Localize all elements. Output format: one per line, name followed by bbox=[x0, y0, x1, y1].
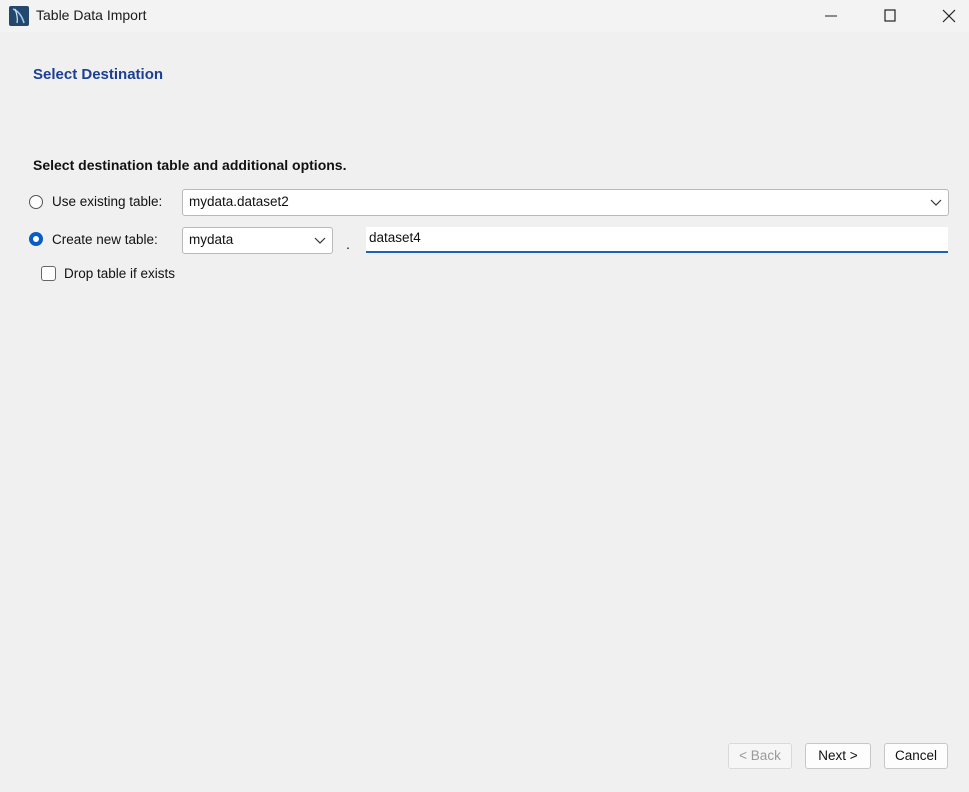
instructions-text: Select destination table and additional … bbox=[33, 157, 347, 173]
close-button[interactable] bbox=[920, 0, 969, 32]
cancel-button[interactable]: Cancel bbox=[884, 743, 948, 769]
drop-table-checkbox[interactable] bbox=[41, 266, 56, 281]
table-data-import-window: Table Data Import Select Destination Sel… bbox=[0, 0, 969, 792]
chevron-down-icon bbox=[314, 237, 326, 244]
schema-select[interactable]: mydata bbox=[182, 227, 333, 254]
mysql-workbench-icon bbox=[9, 6, 29, 26]
use-existing-table-radio[interactable] bbox=[29, 195, 43, 209]
create-new-table-label[interactable]: Create new table: bbox=[52, 232, 158, 247]
schema-table-separator: . bbox=[346, 236, 350, 252]
existing-table-value: mydata.dataset2 bbox=[189, 194, 289, 209]
minimize-button[interactable] bbox=[802, 0, 860, 32]
use-existing-table-label[interactable]: Use existing table: bbox=[52, 194, 162, 209]
chevron-down-icon bbox=[930, 199, 942, 206]
window-title: Table Data Import bbox=[36, 7, 147, 23]
close-icon bbox=[942, 9, 956, 23]
schema-value: mydata bbox=[189, 232, 234, 247]
maximize-icon bbox=[884, 9, 896, 22]
next-button[interactable]: Next > bbox=[805, 743, 871, 769]
back-button[interactable]: < Back bbox=[728, 743, 792, 769]
minimize-icon bbox=[825, 15, 837, 17]
existing-table-select[interactable]: mydata.dataset2 bbox=[182, 189, 949, 216]
maximize-button[interactable] bbox=[861, 0, 919, 32]
new-table-name-value: dataset4 bbox=[369, 230, 421, 245]
title-bar: Table Data Import bbox=[0, 0, 969, 32]
drop-table-label[interactable]: Drop table if exists bbox=[64, 266, 175, 281]
new-table-name-input[interactable]: dataset4 bbox=[366, 227, 948, 253]
create-new-table-radio[interactable] bbox=[29, 232, 43, 246]
page-heading: Select Destination bbox=[33, 66, 164, 83]
